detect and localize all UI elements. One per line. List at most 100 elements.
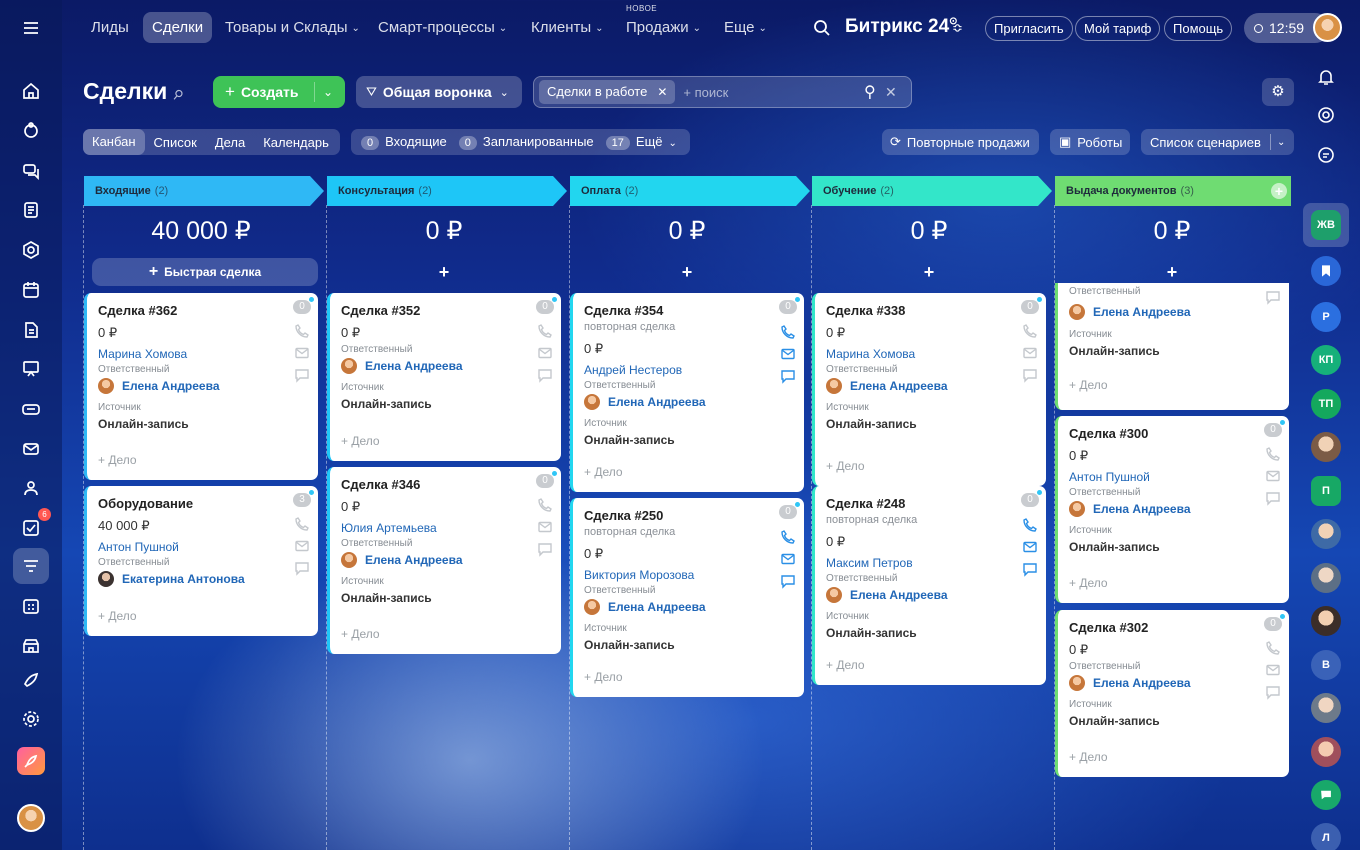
responsible-name[interactable]: Елена Андреева	[341, 552, 463, 568]
deal-card[interactable]: Сделка #346 0 0 ₽ Юлия Артемьева Ответственн…	[327, 467, 561, 654]
filter-tag[interactable]: Сделки в работе ✕	[539, 80, 676, 104]
add-activity-button[interactable]: + Дело	[826, 658, 865, 672]
rocket-small-icon[interactable]	[17, 670, 45, 690]
add-activity-button[interactable]: + Дело	[1069, 378, 1108, 392]
filter-search-field[interactable]: Сделки в работе ✕ + поиск ⚲ ✕	[533, 76, 912, 108]
add-activity-button[interactable]: + Дело	[341, 434, 380, 448]
responsible-name[interactable]: Елена Андреева	[826, 587, 948, 603]
tasks-icon[interactable]: 6	[17, 508, 51, 542]
sign-icon[interactable]	[17, 395, 45, 423]
client-name[interactable]: Виктория Морозова	[584, 568, 694, 582]
responsible-name[interactable]: Елена Андреева	[1069, 501, 1191, 517]
nav-sales[interactable]: НОВОЕ Продажи ⌄	[617, 4, 710, 43]
bookmark-icon[interactable]	[1311, 256, 1341, 286]
crm-funnel-icon[interactable]	[13, 548, 49, 584]
client-name[interactable]: Юлия Артемьева	[341, 521, 437, 535]
mail-icon[interactable]	[294, 345, 310, 361]
bell-icon[interactable]	[1311, 62, 1341, 92]
invite-button[interactable]: Пригласить	[985, 16, 1073, 41]
add-stage-icon[interactable]: +	[1271, 183, 1287, 199]
mail-icon[interactable]	[780, 551, 796, 567]
add-activity-button[interactable]: + Дело	[584, 670, 623, 684]
mail-icon[interactable]	[17, 435, 45, 463]
booking-icon[interactable]	[17, 592, 45, 620]
phone-icon[interactable]	[780, 324, 796, 340]
contact-avatar-6[interactable]	[1311, 737, 1341, 767]
deal-title[interactable]: Сделка #346	[341, 477, 420, 492]
deal-title[interactable]: Оборудование	[98, 496, 193, 511]
responsible-name[interactable]: Елена Андреева	[584, 599, 706, 615]
nav-products[interactable]: Товары и Склады ⌄	[216, 12, 369, 43]
repeat-sales-button[interactable]: ⟳ Повторные продажи	[882, 129, 1039, 155]
deal-card[interactable]: Сделка #250 0 повторная сделка 0 ₽ Виктория …	[570, 498, 804, 697]
responsible-name[interactable]: Елена Андреева	[826, 378, 948, 394]
mail-icon[interactable]	[1022, 345, 1038, 361]
nav-leads[interactable]: Лиды	[82, 12, 138, 43]
counter-incoming[interactable]: 0 Входящие	[361, 134, 447, 150]
deal-card[interactable]: Ответственный Елена Андреева Источник Онлай…	[1055, 283, 1289, 410]
contact-avatar-4[interactable]	[1311, 606, 1341, 636]
chevron-down-icon[interactable]: ⌄	[323, 85, 333, 99]
deal-card[interactable]: Сделка #338 0 0 ₽ Марина Хомова Ответственны…	[812, 293, 1046, 486]
add-activity-button[interactable]: + Дело	[98, 453, 137, 467]
phone-icon[interactable]	[1022, 323, 1038, 339]
nav-deals[interactable]: Сделки	[143, 12, 213, 43]
client-name[interactable]: Марина Хомова	[826, 347, 915, 361]
contact-tp[interactable]: ТП	[1311, 389, 1341, 419]
scenarios-button[interactable]: Список сценариев ⌄	[1141, 129, 1294, 155]
message-icon[interactable]	[1265, 684, 1281, 700]
rocket-icon[interactable]	[17, 747, 45, 775]
contact-avatar-1[interactable]	[1311, 432, 1341, 462]
pin-icon[interactable]: ⚲	[169, 86, 187, 104]
profile-avatar[interactable]	[1313, 13, 1342, 42]
clear-icon[interactable]: ✕	[885, 84, 897, 101]
contact-avatar-3[interactable]	[1311, 563, 1341, 593]
disk-icon[interactable]	[17, 316, 45, 344]
client-name[interactable]: Максим Петров	[826, 556, 913, 570]
responsible-name[interactable]: Екатерина Антонова	[98, 571, 245, 587]
mail-icon[interactable]	[537, 345, 553, 361]
deal-card[interactable]: Сделка #248 0 повторная сделка 0 ₽ Максим Пе…	[812, 486, 1046, 685]
phone-icon[interactable]	[537, 323, 553, 339]
user-avatar[interactable]	[17, 804, 45, 832]
contact-kp[interactable]: КП	[1311, 345, 1341, 375]
add-activity-button[interactable]: + Дело	[341, 627, 380, 641]
deal-title[interactable]: Сделка #248	[826, 496, 905, 511]
column-header[interactable]: Входящие (2)	[84, 176, 324, 206]
robots-button[interactable]: ▣ Роботы	[1050, 129, 1130, 155]
contact-v[interactable]: В	[1311, 650, 1341, 680]
chat-circle-icon[interactable]	[1311, 140, 1341, 170]
phone-icon[interactable]	[780, 529, 796, 545]
mail-icon[interactable]	[294, 538, 310, 554]
hexagon-icon[interactable]	[17, 236, 45, 264]
help-button[interactable]: Помощь	[1164, 16, 1233, 41]
message-icon[interactable]	[1265, 490, 1281, 506]
add-card-button[interactable]: +	[1055, 262, 1289, 283]
gear-icon[interactable]: ⚙	[1262, 78, 1294, 106]
client-name[interactable]: Антон Пушной	[1069, 470, 1150, 484]
search-input[interactable]: + поиск	[683, 85, 728, 100]
responsible-name[interactable]: Елена Андреева	[1069, 675, 1191, 691]
mail-icon[interactable]	[537, 519, 553, 535]
phone-icon[interactable]	[1265, 640, 1281, 656]
menu-icon[interactable]	[17, 14, 45, 42]
deal-title[interactable]: Сделка #338	[826, 303, 905, 318]
phone-icon[interactable]	[294, 323, 310, 339]
add-card-button[interactable]: +	[812, 262, 1046, 283]
settings-icon[interactable]	[17, 705, 45, 733]
contact-p[interactable]: П	[1311, 476, 1341, 506]
message-icon[interactable]	[780, 573, 796, 589]
mail-icon[interactable]	[1265, 662, 1281, 678]
message-icon[interactable]	[1311, 780, 1341, 810]
add-activity-button[interactable]: + Дело	[98, 609, 137, 623]
client-name[interactable]: Антон Пушной	[98, 540, 179, 554]
message-icon[interactable]	[1022, 367, 1038, 383]
nav-clients[interactable]: Клиенты ⌄	[522, 12, 613, 43]
phone-icon[interactable]	[1265, 446, 1281, 462]
phone-icon[interactable]	[1022, 517, 1038, 533]
contacts-icon[interactable]	[17, 474, 45, 502]
deal-card[interactable]: Сделка #362 0 0 ₽ Марина Хомова Ответственны…	[84, 293, 318, 480]
calendar-icon[interactable]	[17, 276, 45, 304]
deal-card[interactable]: Оборудование 3 40 000 ₽ Антон Пушной Ответст…	[84, 486, 318, 636]
add-card-button[interactable]: +	[327, 262, 561, 283]
